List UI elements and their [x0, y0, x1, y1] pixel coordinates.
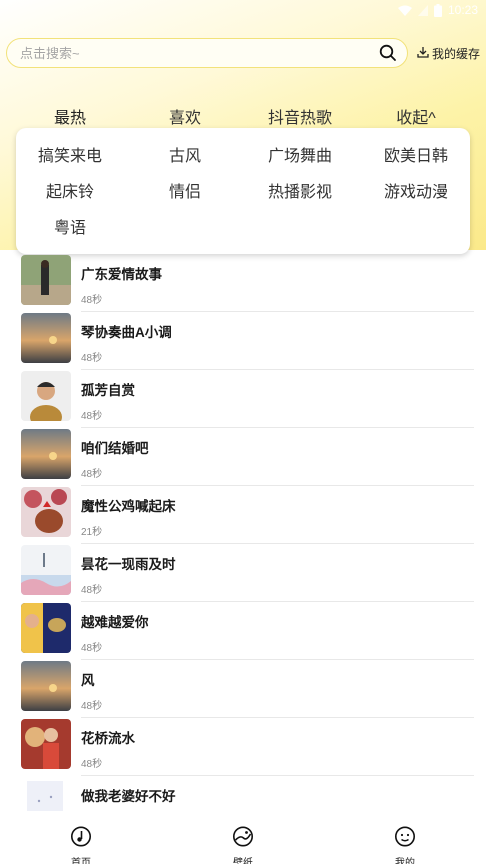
row-divider: [81, 311, 474, 312]
category-alarm[interactable]: 起床铃: [46, 178, 94, 202]
song-cover: [21, 719, 71, 769]
song-title: 昙花一现雨及时: [81, 557, 176, 572]
wallpaper-icon: [233, 826, 254, 852]
row-divider: [81, 427, 474, 428]
nav-wallpaper[interactable]: 壁纸: [233, 826, 254, 864]
my-cache-button[interactable]: 我的缓存: [417, 45, 480, 62]
row-divider: [81, 601, 474, 602]
battery-icon: [433, 3, 442, 17]
song-cover: [21, 255, 71, 305]
nav-profile[interactable]: 我的: [395, 826, 416, 864]
search-input[interactable]: [20, 45, 379, 61]
music-note-icon: [71, 826, 92, 852]
song-row[interactable]: 广东爱情故事 48秒: [0, 255, 486, 313]
profile-smile-icon: [395, 826, 416, 852]
song-title: 广东爱情故事: [81, 267, 162, 282]
song-cover: [21, 487, 71, 537]
nav-home-label: 首页: [71, 858, 91, 864]
song-title: 做我老婆好不好: [81, 789, 176, 804]
download-icon: [417, 46, 429, 61]
song-row[interactable]: 风 48秒: [0, 661, 486, 719]
row-divider: [81, 369, 474, 370]
song-title: 花桥流水: [81, 731, 135, 746]
nav-profile-label: 我的: [395, 858, 415, 864]
song-title: 琴协奏曲A小调: [81, 325, 172, 340]
song-row[interactable]: 越难越爱你 48秒: [0, 603, 486, 661]
wifi-icon: [397, 5, 412, 16]
song-duration: 48秒: [81, 411, 103, 422]
song-cover: [21, 545, 71, 595]
song-duration: 48秒: [81, 759, 103, 770]
row-divider: [81, 485, 474, 486]
song-row[interactable]: 琴协奏曲A小调 48秒: [0, 313, 486, 371]
row-divider: [81, 717, 474, 718]
my-cache-label: 我的缓存: [431, 46, 480, 61]
song-cover: [21, 429, 71, 479]
song-cover: [21, 661, 71, 711]
tab-douyin-hits[interactable]: 抖音热歌: [268, 104, 332, 128]
song-duration: 48秒: [81, 701, 103, 712]
song-row[interactable]: 咱们结婚吧 48秒: [0, 429, 486, 487]
row-divider: [81, 775, 474, 776]
category-cantonese[interactable]: 粤语: [54, 214, 86, 238]
category-couple[interactable]: 情侣: [169, 178, 201, 202]
song-duration: 48秒: [81, 469, 103, 480]
song-title: 风: [81, 673, 95, 688]
category-ancient-style[interactable]: 古风: [169, 142, 201, 166]
song-row[interactable]: 昙花一现雨及时 48秒: [0, 545, 486, 603]
category-tv-movie[interactable]: 热播影视: [268, 178, 332, 202]
song-title: 越难越爱你: [81, 615, 149, 630]
category-panel: 搞笑来电 古风 广场舞曲 欧美日韩 起床铃 情侣 热播影视 游戏动漫 粤语: [16, 128, 470, 254]
nav-home[interactable]: 首页: [71, 826, 92, 864]
song-cover: [21, 777, 71, 827]
category-square-dance[interactable]: 广场舞曲: [268, 142, 332, 166]
song-cover: [21, 313, 71, 363]
search-icon[interactable]: [379, 44, 397, 62]
signal-icon: [417, 4, 428, 16]
song-duration: 48秒: [81, 585, 103, 596]
song-row[interactable]: 孤芳自赏 48秒: [0, 371, 486, 429]
category-western-jp-kr[interactable]: 欧美日韩: [384, 142, 448, 166]
row-divider: [81, 543, 474, 544]
song-title: 魔性公鸡喊起床: [81, 499, 176, 514]
song-duration: 48秒: [81, 643, 103, 654]
song-row[interactable]: 花桥流水 48秒: [0, 719, 486, 777]
song-duration: 48秒: [81, 353, 103, 364]
status-bar: 10:23: [0, 0, 486, 20]
status-time: 10:23: [447, 3, 478, 17]
song-cover: [21, 603, 71, 653]
song-duration: 21秒: [81, 527, 103, 538]
bottom-navigation: 首页 壁纸 我的: [0, 822, 486, 864]
search-row: 我的缓存: [6, 37, 480, 69]
song-row[interactable]: 魔性公鸡喊起床 21秒: [0, 487, 486, 545]
category-funny-ringtone[interactable]: 搞笑来电: [38, 142, 102, 166]
song-title: 孤芳自赏: [81, 383, 135, 398]
tab-collapse[interactable]: 收起^: [396, 104, 436, 128]
search-box[interactable]: [6, 38, 408, 68]
song-cover: [21, 371, 71, 421]
song-title: 咱们结婚吧: [81, 441, 149, 456]
song-duration: 48秒: [81, 295, 103, 306]
nav-wallpaper-label: 壁纸: [233, 858, 253, 864]
tab-favorite[interactable]: 喜欢: [169, 104, 201, 128]
row-divider: [81, 659, 474, 660]
category-game-anime[interactable]: 游戏动漫: [384, 178, 448, 202]
